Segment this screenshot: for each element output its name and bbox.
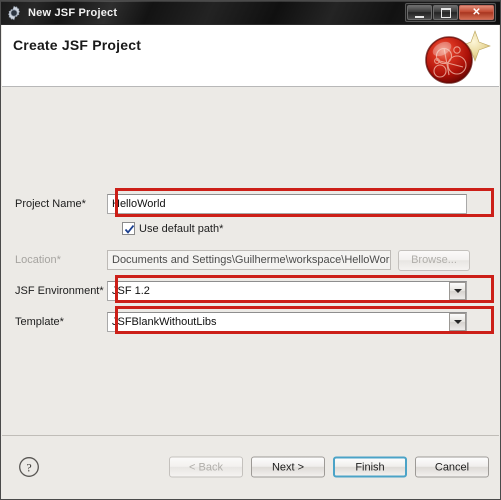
maximize-button[interactable] [433,5,458,20]
window-title: New JSF Project [28,6,118,19]
browse-button: Browse... [398,249,470,271]
location-label: Location* [15,254,61,266]
template-value: JSFBlankWithoutLibs [112,316,217,328]
title-bar: New JSF Project ✕ [1,1,500,25]
gear-icon [6,5,22,21]
footer-button-group: < Back Next > Finish Cancel [169,456,489,478]
jsf-environment-label: JSF Environment* [15,285,104,297]
project-name-label: Project Name* [15,198,86,210]
project-name-input[interactable]: HelloWorld [107,194,467,214]
next-button[interactable]: Next > [251,456,325,478]
template-row: Template* JSFBlankWithoutLibs [2,310,499,334]
dialog-header: Create JSF Project [2,25,499,87]
checkmark-icon [124,225,135,234]
use-default-path-checkbox[interactable] [122,222,135,235]
minimize-button[interactable] [407,5,432,20]
template-select[interactable]: JSFBlankWithoutLibs [107,312,467,332]
close-icon: ✕ [472,6,481,18]
page-title: Create JSF Project [13,37,142,53]
use-default-path-row[interactable]: Use default path* [122,222,223,235]
minimize-icon [415,15,424,18]
chevron-down-icon[interactable] [449,313,466,331]
use-default-path-label: Use default path* [139,222,224,235]
svg-text:?: ? [26,460,31,474]
dialog-footer: ? < Back Next > Finish Cancel [2,436,499,498]
jsf-environment-value: JSF 1.2 [112,285,150,297]
location-input: Documents and Settings\Guilherme\workspa… [107,250,391,270]
chevron-down-icon[interactable] [449,282,466,300]
window-controls: ✕ [405,3,496,22]
template-label: Template* [15,316,64,328]
jsf-environment-select[interactable]: JSF 1.2 [107,281,467,301]
new-jsf-project-dialog: New JSF Project ✕ Create JSF Project Pro… [0,0,501,500]
jboss-logo-icon [413,27,493,86]
jsf-environment-row: JSF Environment* JSF 1.2 [2,279,499,303]
dialog-content: Project Name* HelloWorld Use default pat… [2,87,499,436]
maximize-icon [440,7,451,18]
back-button: < Back [169,456,243,478]
close-button[interactable]: ✕ [459,5,494,20]
finish-button[interactable]: Finish [333,456,407,478]
help-icon[interactable]: ? [18,456,40,478]
cancel-button[interactable]: Cancel [415,456,489,478]
project-name-row: Project Name* HelloWorld [2,192,499,216]
location-row: Location* Documents and Settings\Guilher… [2,248,499,272]
